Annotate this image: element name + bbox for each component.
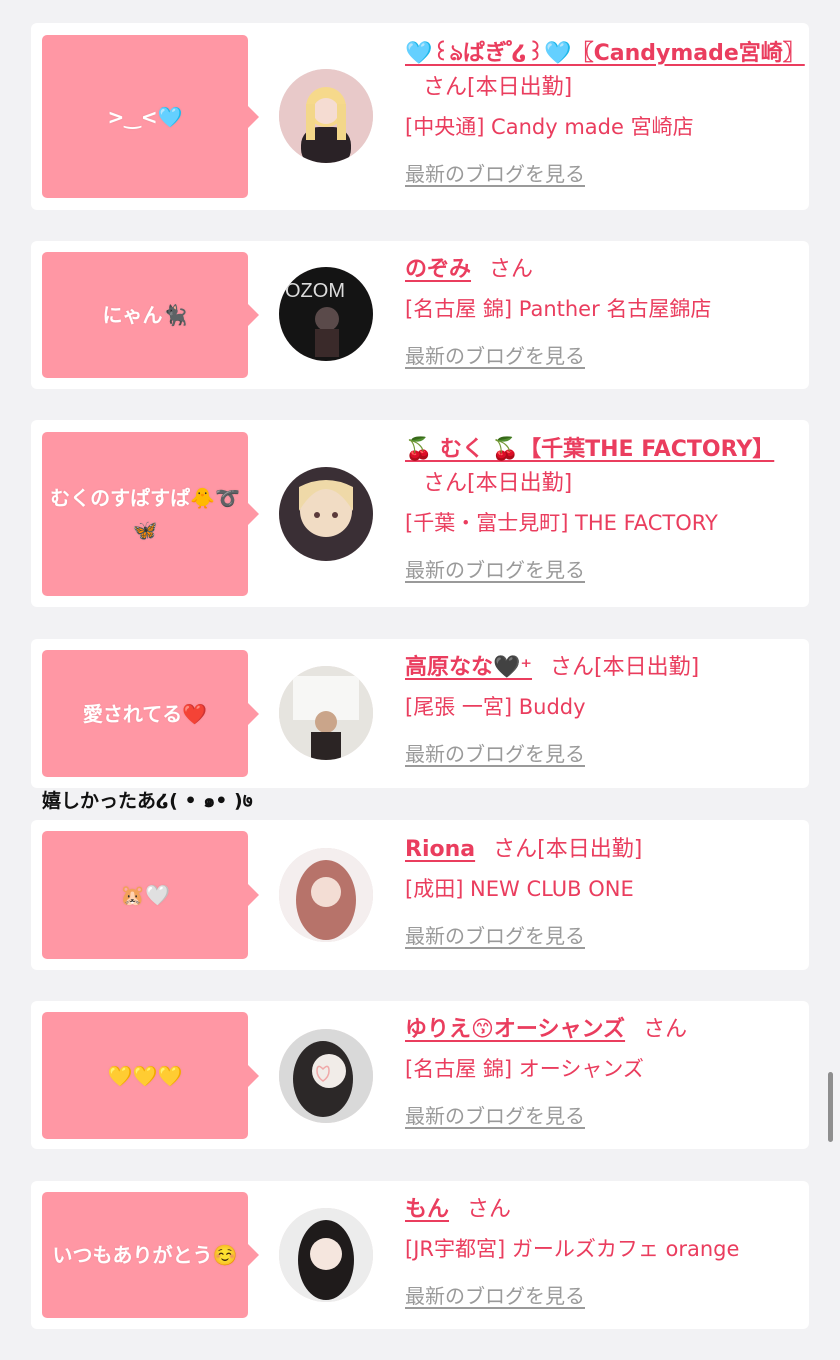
- message-text: 🐹🤍: [120, 883, 170, 907]
- message-bubble: いつもありがとう☺️: [42, 1192, 259, 1318]
- comment-card: >‿<🩵 🩵꒰ঌぱぎ ゚໒꒱🩵〖Candymade宮崎〗さん[本日出勤] [中央…: [31, 23, 809, 210]
- comment-card: むくのすぱすぱ🐥➰🦋 🍒 むく 🍒【千葉THE FACTORY】さん[本日出勤]…: [31, 420, 809, 607]
- attendance-label: [本日出勤]: [537, 837, 643, 862]
- san-label: さん: [643, 1017, 688, 1042]
- latest-blog-link[interactable]: 最新のブログを見る: [405, 1100, 585, 1129]
- latest-blog-link[interactable]: 最新のブログを見る: [405, 1280, 585, 1309]
- cast-info: Riona さん[本日出勤] [成田] NEW CLUB ONE 最新のブログを見…: [405, 833, 797, 949]
- avatar[interactable]: [279, 1029, 373, 1123]
- latest-blog-link[interactable]: 最新のブログを見る: [405, 340, 585, 369]
- cast-info: 🩵꒰ঌぱぎ ゚໒꒱🩵〖Candymade宮崎〗さん[本日出勤] [中央通] Ca…: [405, 37, 805, 187]
- cast-info: 🍒 むく 🍒【千葉THE FACTORY】さん[本日出勤] [千葉・富士見町] …: [405, 433, 797, 583]
- message-bubble: にゃん🐈‍⬛: [42, 252, 259, 378]
- shop-name: [千葉・富士見町] THE FACTORY: [405, 511, 718, 535]
- avatar[interactable]: [279, 467, 373, 561]
- shop-name: [中央通] Candy made 宮崎店: [405, 115, 694, 139]
- message-bubble: >‿<🩵: [42, 35, 259, 198]
- cast-name-link[interactable]: Riona: [405, 837, 475, 862]
- message-bubble: 💛💛💛: [42, 1012, 259, 1139]
- san-label: さん: [489, 257, 534, 282]
- comment-card: 💛💛💛 ゆりえ😙オーシャンズ さん [名古屋 錦] オーシャンズ 最新のブログを見…: [31, 1001, 809, 1149]
- latest-blog-link[interactable]: 最新のブログを見る: [405, 554, 585, 583]
- latest-blog-link[interactable]: 最新のブログを見る: [405, 738, 585, 767]
- san-label: さん: [423, 471, 468, 496]
- cast-name-link[interactable]: 🩵꒰ঌぱぎ ゚໒꒱🩵〖Candymade宮崎〗: [405, 41, 805, 66]
- latest-blog-link[interactable]: 最新のブログを見る: [405, 920, 585, 949]
- scrollbar[interactable]: [828, 1072, 833, 1142]
- cast-name-link[interactable]: 🍒 むく 🍒【千葉THE FACTORY】: [405, 437, 774, 462]
- svg-text:OZOM: OZOM: [285, 280, 345, 302]
- shop-name: [成田] NEW CLUB ONE: [405, 877, 634, 901]
- avatar[interactable]: [279, 666, 373, 760]
- comment-card: いつもありがとう☺️ もん さん [JR宇都宮] ガールズカフェ orange 最…: [31, 1181, 809, 1329]
- san-label: さん: [550, 655, 595, 680]
- message-text: いつもありがとう☺️: [52, 1243, 238, 1267]
- attendance-label: [本日出勤]: [467, 471, 573, 496]
- message-text: >‿<🩵: [107, 104, 183, 129]
- avatar[interactable]: OZOM: [279, 267, 373, 361]
- cast-info: ゆりえ😙オーシャンズ さん [名古屋 錦] オーシャンズ 最新のブログを見る: [405, 1013, 797, 1129]
- shop-name: [名古屋 錦] オーシャンズ: [405, 1057, 644, 1081]
- cast-info: 高原なな🖤⁺ さん[本日出勤] [尾張 一宮] Buddy 最新のブログを見る: [405, 651, 797, 767]
- shop-name: [JR宇都宮] ガールズカフェ orange: [405, 1237, 740, 1261]
- message-text: にゃん🐈‍⬛: [102, 303, 188, 327]
- cast-name-link[interactable]: のぞみ: [405, 257, 471, 282]
- avatar[interactable]: [279, 1208, 373, 1302]
- cast-name-link[interactable]: もん: [405, 1197, 449, 1222]
- avatar[interactable]: [279, 69, 373, 163]
- message-text: 💛💛💛: [107, 1063, 183, 1088]
- floating-message-text: 嬉しかったあ໒( • ๑• )७: [42, 790, 253, 812]
- cast-info: もん さん [JR宇都宮] ガールズカフェ orange 最新のブログを見る: [405, 1193, 797, 1309]
- message-text: 愛されてる❤️: [82, 701, 208, 726]
- avatar[interactable]: [279, 848, 373, 942]
- attendance-label: [本日出勤]: [594, 655, 700, 680]
- shop-name: [尾張 一宮] Buddy: [405, 695, 586, 719]
- san-label: さん: [493, 837, 538, 862]
- cast-name-link[interactable]: 高原なな🖤⁺: [405, 655, 532, 680]
- message-bubble: むくのすぱすぱ🐥➰🦋: [42, 432, 259, 596]
- cast-name-link[interactable]: ゆりえ😙オーシャンズ: [405, 1017, 625, 1042]
- comment-card: 🐹🤍 Riona さん[本日出勤] [成田] NEW CLUB ONE 最新のブロ…: [31, 820, 809, 970]
- latest-blog-link[interactable]: 最新のブログを見る: [405, 158, 585, 187]
- cast-info: のぞみ さん [名古屋 錦] Panther 名古屋錦店 最新のブログを見る: [405, 253, 797, 369]
- comment-card: にゃん🐈‍⬛ OZOM のぞみ さん [名古屋 錦] Panther 名古屋錦店 …: [31, 241, 809, 389]
- message-bubble: 愛されてる❤️: [42, 650, 259, 777]
- message-bubble: 🐹🤍: [42, 831, 259, 959]
- message-text: むくのすぱすぱ🐥➰🦋: [50, 486, 240, 542]
- attendance-label: [本日出勤]: [467, 75, 573, 100]
- comment-card: 愛されてる❤️ 高原なな🖤⁺ さん[本日出勤] [尾張 一宮] Buddy 最新の…: [31, 639, 809, 788]
- san-label: さん: [467, 1197, 512, 1222]
- san-label: さん: [423, 75, 468, 100]
- shop-name: [名古屋 錦] Panther 名古屋錦店: [405, 297, 712, 321]
